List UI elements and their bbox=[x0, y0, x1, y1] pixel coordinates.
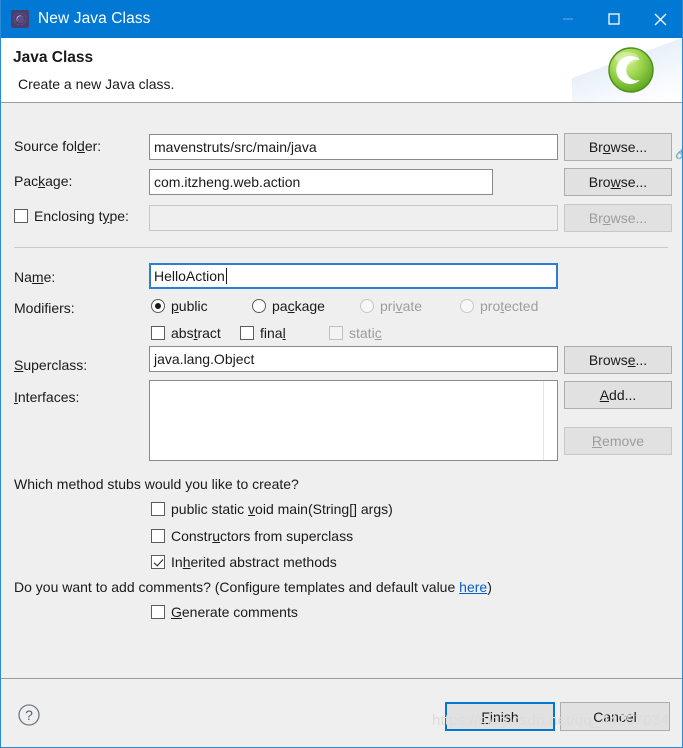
modifier-public-label: public bbox=[171, 298, 208, 314]
name-input[interactable]: HelloAction bbox=[149, 263, 558, 289]
section-divider-top bbox=[14, 247, 668, 248]
stub-checkbox-inherited[interactable]: Inherited abstract methods bbox=[151, 554, 337, 570]
interfaces-label: Interfaces: bbox=[14, 389, 80, 405]
watermark-text: https://blog.csdn.net/qq_44757034 bbox=[432, 712, 669, 729]
source-folder-input[interactable]: mavenstruts/src/main/java bbox=[149, 134, 558, 160]
comments-question-text: Do you want to add comments? (Configure … bbox=[14, 579, 460, 595]
final-checkbox-box[interactable] bbox=[240, 326, 254, 340]
abstract-checkbox-box[interactable] bbox=[151, 326, 165, 340]
page-subtitle: Create a new Java class. bbox=[18, 76, 175, 92]
package-row: Package: bbox=[14, 168, 72, 194]
stub-checkbox-main-method[interactable]: public static void main(String[] args) bbox=[151, 501, 393, 517]
generate-comments-checkbox-box[interactable] bbox=[151, 605, 165, 619]
enclosing-type-input bbox=[149, 205, 558, 231]
dialog-header: Java Class Create a new Java class. bbox=[1, 38, 682, 103]
comments-question-tail: ) bbox=[487, 579, 492, 595]
superclass-browse-button[interactable]: Brows e... bbox=[564, 346, 672, 374]
interfaces-list[interactable] bbox=[149, 380, 558, 461]
svg-text:?: ? bbox=[25, 707, 33, 723]
generate-comments-checkbox[interactable]: Generate comments bbox=[151, 604, 298, 620]
modifier-protected-label: protected bbox=[480, 298, 539, 314]
superclass-row: Superclass: bbox=[14, 352, 87, 378]
modifier-checkbox-static: static bbox=[329, 325, 382, 341]
public-radio-button[interactable] bbox=[151, 299, 165, 313]
title-bar: New Java Class bbox=[1, 0, 682, 38]
method-stubs-question: Which method stubs would you like to cre… bbox=[14, 476, 299, 492]
inherited-methods-checkbox-box[interactable] bbox=[151, 555, 165, 569]
name-row: Name: bbox=[14, 264, 55, 290]
window-title: New Java Class bbox=[38, 10, 151, 27]
package-browse-button[interactable]: Bro w se... bbox=[564, 168, 672, 196]
modifier-abstract-label: abstract bbox=[171, 325, 221, 341]
modifier-checkbox-final[interactable]: final bbox=[240, 325, 286, 341]
modifier-package-label: package bbox=[272, 298, 325, 314]
enclosing-type-label: Enclosing type: bbox=[34, 208, 129, 224]
superclass-label: Superclass: bbox=[14, 357, 88, 373]
interfaces-list-scrollbar[interactable] bbox=[543, 381, 557, 460]
modifiers-row: Modifiers: bbox=[14, 295, 75, 321]
enclosing-type-checkbox[interactable]: Enclosing type: bbox=[14, 208, 129, 224]
modifier-static-label: static bbox=[349, 325, 382, 341]
package-input[interactable]: com.itzheng.web.action bbox=[149, 169, 493, 195]
java-class-icon bbox=[606, 45, 656, 95]
stub-inherited-label: Inherited abstract methods bbox=[171, 554, 337, 570]
close-icon[interactable] bbox=[637, 0, 682, 38]
name-input-value: HelloAction bbox=[154, 268, 225, 284]
comments-question: Do you want to add comments? (Configure … bbox=[14, 579, 492, 595]
minimize-icon[interactable] bbox=[545, 0, 591, 38]
source-folder-row: Source folder: bbox=[14, 133, 101, 159]
interfaces-add-button[interactable]: Add... bbox=[564, 381, 672, 409]
source-folder-label: Source folder: bbox=[14, 138, 102, 154]
modifier-checkbox-abstract[interactable]: abstract bbox=[151, 325, 221, 341]
package-label: Package: bbox=[14, 173, 73, 189]
interfaces-row: Interfaces: bbox=[14, 384, 79, 410]
modifier-final-label: final bbox=[260, 325, 286, 341]
enclosing-type-checkbox-box[interactable] bbox=[14, 209, 28, 223]
generate-comments-label: Generate comments bbox=[171, 604, 298, 620]
modifier-radio-protected: protected bbox=[460, 298, 538, 314]
modifier-radio-public[interactable]: public bbox=[151, 298, 208, 314]
package-radio-button[interactable] bbox=[252, 299, 266, 313]
eclipse-icon bbox=[11, 10, 29, 28]
text-caret bbox=[225, 268, 227, 284]
source-folder-browse-button[interactable]: Br o wse... bbox=[564, 133, 672, 161]
stub-checkbox-constructors[interactable]: Constructors from superclass bbox=[151, 528, 353, 544]
stub-main-method-label: public static void main(String[] args) bbox=[171, 501, 393, 517]
background-window-artifact: 🔗 bbox=[675, 147, 682, 160]
superclass-input[interactable]: java.lang.Object bbox=[149, 346, 558, 372]
modifiers-label: Modifiers: bbox=[14, 300, 75, 316]
enclosing-type-browse-button: Br o wse... bbox=[564, 204, 672, 232]
help-icon[interactable]: ? bbox=[17, 703, 41, 727]
modifier-radio-package[interactable]: package bbox=[252, 298, 325, 314]
modifier-radio-private: private bbox=[360, 298, 422, 314]
new-java-class-dialog: New Java Class Java Class Create a new J… bbox=[0, 0, 683, 748]
window-controls bbox=[545, 0, 682, 38]
modifier-private-label: private bbox=[380, 298, 423, 314]
static-checkbox-box bbox=[329, 326, 343, 340]
stub-constructors-label: Constructors from superclass bbox=[171, 528, 354, 544]
private-radio-button bbox=[360, 299, 374, 313]
interfaces-remove-button: Remove bbox=[564, 427, 672, 455]
configure-templates-link[interactable]: here bbox=[459, 579, 487, 595]
constructors-checkbox-box[interactable] bbox=[151, 529, 165, 543]
maximize-icon[interactable] bbox=[591, 0, 637, 38]
main-method-checkbox-box[interactable] bbox=[151, 502, 165, 516]
page-title: Java Class bbox=[13, 49, 94, 66]
name-label: Name: bbox=[14, 269, 56, 285]
protected-radio-button bbox=[460, 299, 474, 313]
